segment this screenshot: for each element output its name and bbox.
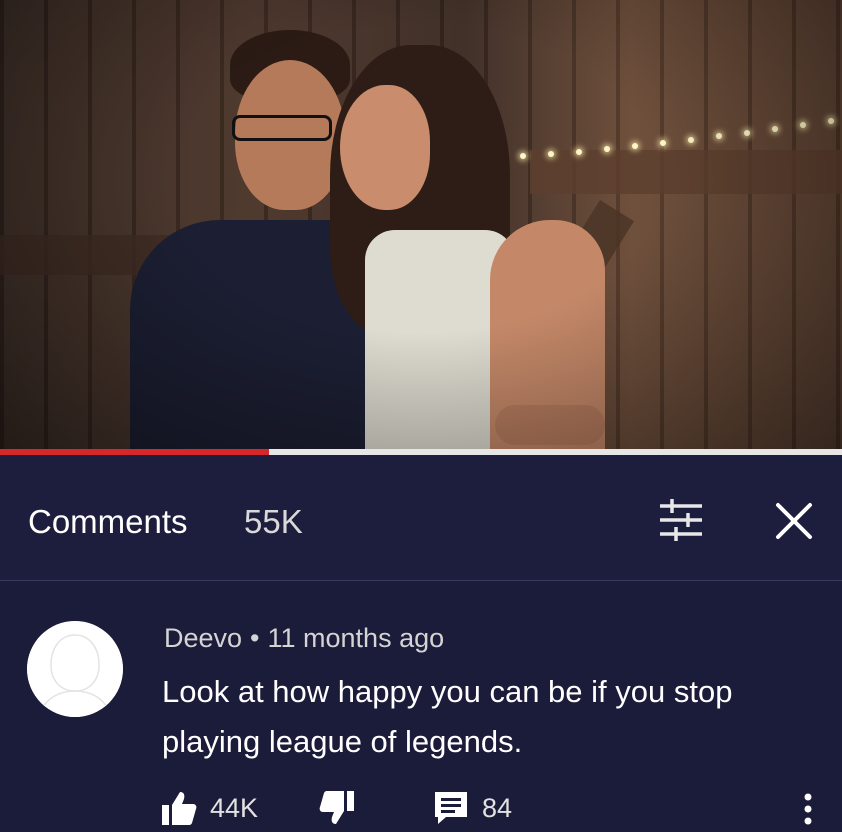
reply-icon bbox=[435, 792, 467, 824]
video-player[interactable] bbox=[0, 0, 842, 449]
default-avatar-icon[interactable] bbox=[27, 621, 123, 717]
sort-filter-icon[interactable] bbox=[658, 497, 704, 543]
thumbs-down-icon bbox=[319, 791, 354, 824]
comments-title: Comments bbox=[28, 503, 188, 540]
meta-separator: • bbox=[250, 623, 260, 653]
comment-timestamp: 11 months ago bbox=[267, 623, 445, 653]
thumbs-up-icon bbox=[162, 792, 197, 825]
close-icon[interactable] bbox=[772, 499, 816, 543]
comment-text: Look at how happy you can be if you stop… bbox=[162, 674, 733, 759]
like-button[interactable]: 44K bbox=[160, 789, 258, 827]
comment-actions: 44K 84 bbox=[160, 789, 840, 829]
comment-author[interactable]: Deevo bbox=[164, 623, 242, 653]
dislike-button[interactable] bbox=[318, 789, 356, 827]
video-vignette bbox=[0, 0, 842, 449]
comment-item: Deevo • 11 months ago Look at how happy yo… bbox=[0, 581, 842, 830]
more-options-icon[interactable] bbox=[800, 791, 816, 827]
reply-button[interactable]: 84 bbox=[432, 789, 512, 827]
comment-meta: Deevo • 11 months ago bbox=[164, 623, 444, 654]
like-count: 44K bbox=[210, 792, 259, 823]
comments-header: Comments 55K bbox=[0, 455, 842, 581]
comments-count: 55K bbox=[244, 503, 303, 540]
reply-count: 84 bbox=[482, 792, 513, 823]
